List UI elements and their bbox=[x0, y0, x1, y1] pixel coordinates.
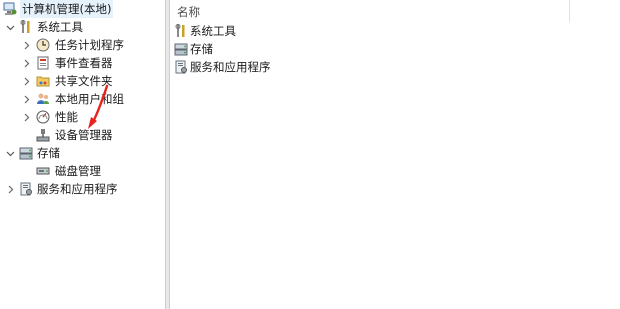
tree-item-label: 计算机管理(本地) bbox=[20, 0, 114, 18]
chevron-down-icon[interactable] bbox=[5, 22, 15, 32]
chevron-right-icon[interactable] bbox=[5, 184, 15, 194]
chevron-right-icon[interactable] bbox=[21, 40, 31, 50]
tree-item-disk-management[interactable]: 磁盘管理 bbox=[0, 162, 165, 180]
services-icon bbox=[20, 182, 32, 196]
computer-management-icon bbox=[3, 2, 17, 15]
disk-icon bbox=[36, 167, 50, 175]
column-header-name[interactable]: 名称 bbox=[170, 0, 570, 22]
tree-item-local-users-groups[interactable]: 本地用户和组 bbox=[0, 90, 165, 108]
tree-item-computer-management[interactable]: 计算机管理(本地) bbox=[0, 0, 165, 18]
users-icon bbox=[37, 93, 49, 104]
chevron-down-icon[interactable] bbox=[5, 148, 15, 158]
list-item-label: 存储 bbox=[190, 42, 213, 56]
tree-item-system-tools[interactable]: 系统工具 bbox=[0, 18, 165, 36]
tools-icon bbox=[175, 24, 185, 37]
tree-item-label: 设备管理器 bbox=[55, 128, 113, 142]
storage-icon bbox=[19, 147, 33, 160]
clock-icon bbox=[36, 38, 50, 52]
tree-item-task-scheduler[interactable]: 任务计划程序 bbox=[0, 36, 165, 54]
tree-item-services-apps[interactable]: 服务和应用程序 bbox=[0, 180, 165, 198]
tools-icon bbox=[20, 20, 30, 33]
tree-item-label: 性能 bbox=[55, 110, 78, 124]
tree-item-storage[interactable]: 存储 bbox=[0, 144, 165, 162]
content-list-pane: 名称 系统工具 存储 服务和应用程序 bbox=[170, 0, 620, 309]
list-item-label: 系统工具 bbox=[190, 24, 236, 38]
tree-item-label: 存储 bbox=[37, 146, 60, 160]
services-icon bbox=[175, 60, 187, 74]
tree-item-event-viewer[interactable]: 事件查看器 bbox=[0, 54, 165, 72]
tree-item-label: 事件查看器 bbox=[55, 56, 113, 70]
storage-icon bbox=[174, 43, 188, 56]
tree-item-label: 本地用户和组 bbox=[55, 92, 124, 106]
performance-icon bbox=[36, 110, 50, 124]
shared-folder-icon bbox=[36, 76, 50, 87]
list-item-label: 服务和应用程序 bbox=[190, 60, 271, 74]
list-item-services-apps[interactable]: 服务和应用程序 bbox=[174, 58, 271, 76]
list-item-storage[interactable]: 存储 bbox=[174, 40, 213, 58]
navigation-tree: 计算机管理(本地) 系统工具 任务计划程序 事件查看器 共享文件夹 本地用户和组… bbox=[0, 0, 165, 309]
list-item-system-tools[interactable]: 系统工具 bbox=[174, 22, 236, 40]
chevron-right-icon[interactable] bbox=[21, 76, 31, 86]
chevron-right-icon[interactable] bbox=[21, 94, 31, 104]
chevron-right-icon[interactable] bbox=[21, 58, 31, 68]
tree-item-shared-folders[interactable]: 共享文件夹 bbox=[0, 72, 165, 90]
device-manager-icon bbox=[36, 129, 50, 142]
tree-item-label: 磁盘管理 bbox=[55, 164, 101, 178]
tree-item-label: 系统工具 bbox=[37, 20, 83, 34]
event-viewer-icon bbox=[37, 56, 49, 70]
tree-item-device-manager[interactable]: 设备管理器 bbox=[0, 126, 165, 144]
chevron-right-icon[interactable] bbox=[21, 112, 31, 122]
tree-item-performance[interactable]: 性能 bbox=[0, 108, 165, 126]
column-header-label: 名称 bbox=[177, 5, 200, 19]
tree-item-label: 共享文件夹 bbox=[55, 74, 113, 88]
tree-item-label: 服务和应用程序 bbox=[37, 182, 118, 196]
tree-item-label: 任务计划程序 bbox=[55, 38, 124, 52]
